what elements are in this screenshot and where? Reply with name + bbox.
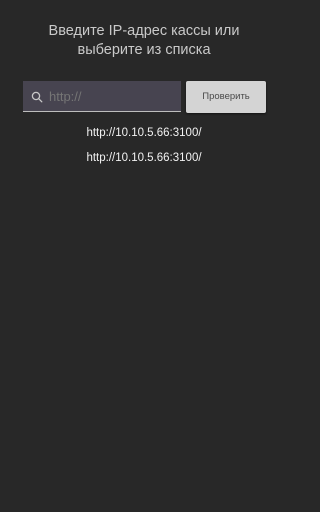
check-button[interactable]: Проверить	[186, 81, 266, 113]
address-form: Проверить	[23, 81, 266, 113]
address-list-item[interactable]: http://10.10.5.66:3100/	[0, 148, 288, 173]
page-title: Введите IP-адрес кассы или выберите из с…	[48, 23, 240, 58]
address-field[interactable]	[23, 81, 181, 112]
search-icon	[31, 91, 43, 103]
address-list: http://10.10.5.66:3100/ http://10.10.5.6…	[0, 123, 288, 173]
address-input[interactable]	[49, 81, 177, 111]
address-list-item[interactable]: http://10.10.5.66:3100/	[0, 123, 288, 148]
